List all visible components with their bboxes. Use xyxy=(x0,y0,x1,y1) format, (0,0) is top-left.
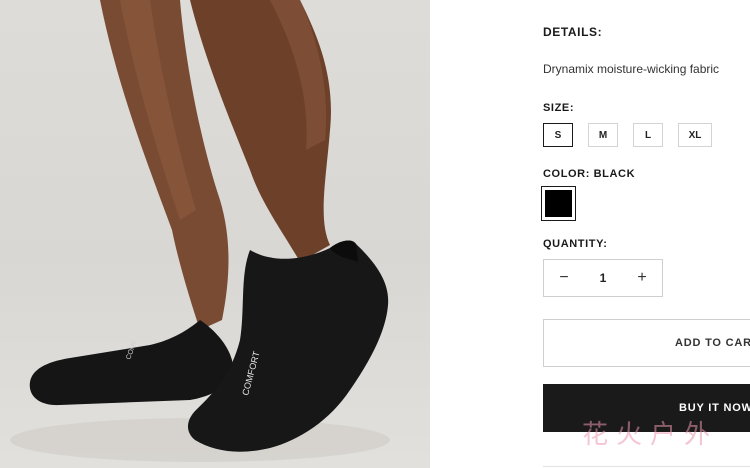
swatch-fill xyxy=(545,190,572,217)
size-label: SIZE: xyxy=(543,102,575,114)
size-option-m[interactable]: M xyxy=(588,123,618,147)
divider xyxy=(543,466,750,467)
quantity-decrement-button[interactable]: − xyxy=(544,260,584,296)
quantity-increment-button[interactable]: + xyxy=(622,260,662,296)
details-text: Drynamix moisture-wicking fabric xyxy=(543,62,720,76)
quantity-stepper: − 1 + xyxy=(543,259,663,297)
sock-photo-illustration: COMFORT COMF xyxy=(10,0,390,462)
watermark: 花火户外 xyxy=(582,420,719,450)
size-option-s[interactable]: S xyxy=(543,123,573,147)
quantity-label: QUANTITY: xyxy=(543,238,608,250)
color-swatch-black[interactable] xyxy=(541,186,576,221)
details-heading: DETAILS: xyxy=(543,25,603,39)
color-label: COLOR: BLACK xyxy=(543,168,636,180)
product-image: COMFORT COMF xyxy=(0,0,430,468)
add-to-cart-button[interactable]: ADD TO CART xyxy=(543,319,750,367)
size-option-xl[interactable]: XL xyxy=(678,123,712,147)
size-option-l[interactable]: L xyxy=(633,123,663,147)
product-details-panel: DETAILS: Drynamix moisture-wicking fabri… xyxy=(430,0,750,468)
quantity-value[interactable]: 1 xyxy=(600,271,607,285)
